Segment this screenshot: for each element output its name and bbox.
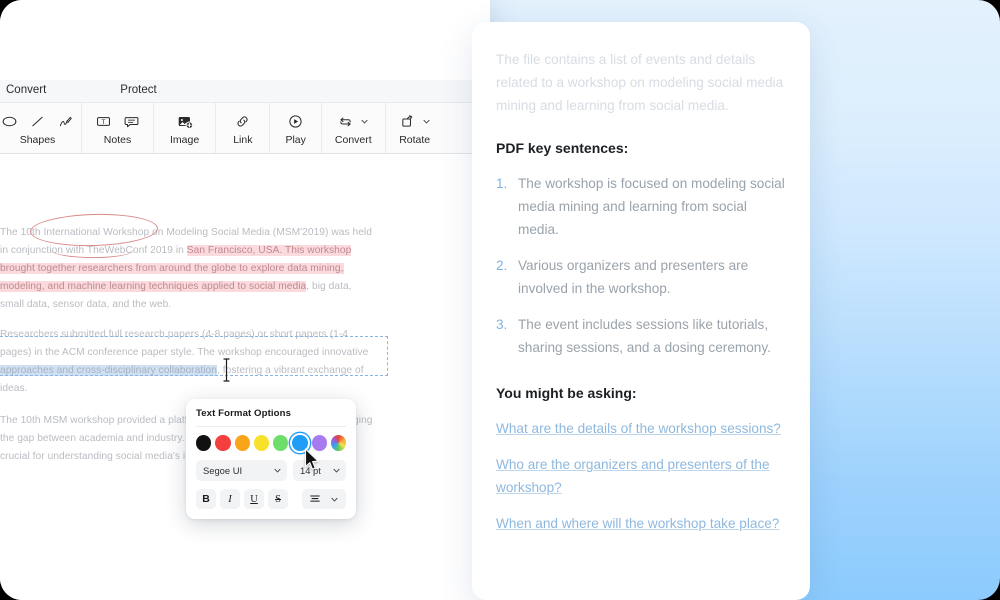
list-item-number: 2. xyxy=(496,258,508,273)
mouse-pointer-cursor xyxy=(304,448,319,470)
text-align-button[interactable] xyxy=(302,489,346,509)
suggested-question-link[interactable]: What are the details of the workshop ses… xyxy=(496,417,786,440)
ribbon-label-image: Image xyxy=(170,133,200,146)
suggested-questions-list: What are the details of the workshop ses… xyxy=(496,417,786,535)
menu-item-protect[interactable]: Protect xyxy=(120,85,156,97)
questions-heading: You might be asking: xyxy=(496,385,637,401)
font-family-select[interactable]: Segoe UI xyxy=(196,460,287,481)
ribbon-group-notes: T Notes xyxy=(82,103,154,153)
ribbon-label-link: Link xyxy=(233,133,253,146)
list-item-text: Various organizers and presenters are in… xyxy=(518,258,749,296)
underline-button[interactable]: U xyxy=(244,489,264,509)
ribbon-label-rotate: Rotate xyxy=(399,133,431,146)
color-swatch-orange[interactable] xyxy=(234,435,250,451)
comment-icon[interactable] xyxy=(123,113,140,130)
list-item-number: 3. xyxy=(496,317,508,332)
ribbon-label-play: Play xyxy=(285,133,306,146)
ribbon-label-convert: Convert xyxy=(334,133,372,146)
align-lines-icon xyxy=(310,495,321,502)
key-sentences-heading: PDF key sentences: xyxy=(496,140,629,156)
rotate-icon[interactable] xyxy=(399,113,416,130)
ai-summary-panel: The file contains a list of events and d… xyxy=(472,22,810,600)
ribbon-group-image: Image xyxy=(154,103,217,153)
ribbon-group-link: Link xyxy=(216,103,271,153)
chevron-down-icon xyxy=(333,468,340,473)
color-swatch-yellow[interactable] xyxy=(253,435,269,451)
line-icon[interactable] xyxy=(29,113,46,130)
list-item: 2. Various organizers and presenters are… xyxy=(496,254,786,300)
suggested-question-link[interactable]: When and where will the workshop take pl… xyxy=(496,512,786,535)
ribbon-group-shapes: Shapes xyxy=(0,103,82,153)
document-page[interactable]: The 10th International Workshop on Model… xyxy=(0,154,490,600)
chevron-down-icon xyxy=(331,497,338,501)
chevron-down-icon[interactable] xyxy=(422,117,431,126)
document-paragraph-1: The 10th International Workshop on Model… xyxy=(0,224,378,314)
add-image-icon[interactable] xyxy=(176,113,194,131)
text-style-buttons-row: B I U S xyxy=(196,489,346,509)
ribbon-group-play: Play xyxy=(270,103,322,153)
list-item: 3. The event includes sessions like tuto… xyxy=(496,313,786,359)
font-controls-row: Segoe UI 14 pt xyxy=(196,460,346,481)
ribbon-toolbar: Shapes T Notes Image Link Play Convert R… xyxy=(0,102,490,154)
list-item-text: The event includes sessions like tutoria… xyxy=(518,317,771,355)
popup-title: Text Format Options xyxy=(196,408,291,419)
key-sentences-list: 1. The workshop is focused on modeling s… xyxy=(496,172,786,359)
strikethrough-button[interactable]: S xyxy=(268,489,288,509)
paragraph-2-selected-text: approaches and cross-disciplinary collab… xyxy=(0,365,217,376)
play-icon[interactable] xyxy=(287,113,304,130)
suggested-question-link[interactable]: Who are the organizers and presenters of… xyxy=(496,453,786,499)
bold-button[interactable]: B xyxy=(196,489,216,509)
list-item-text: The workshop is focused on modeling soci… xyxy=(518,176,785,237)
font-family-value: Segoe UI xyxy=(203,465,243,476)
color-swatch-rainbow[interactable] xyxy=(330,435,346,451)
link-icon[interactable] xyxy=(234,113,251,130)
text-ibeam-cursor xyxy=(223,358,230,382)
color-swatch-red[interactable] xyxy=(215,435,231,451)
menu-bar: Convert Protect xyxy=(0,80,490,102)
chevron-down-icon xyxy=(274,468,281,473)
text-box-icon[interactable]: T xyxy=(95,113,112,130)
pdf-editor-window: Convert Protect Shapes T Notes Image Lin… xyxy=(0,0,490,600)
color-swatch-row xyxy=(196,435,346,451)
list-item: 1. The workshop is focused on modeling s… xyxy=(496,172,786,241)
ellipse-icon[interactable] xyxy=(1,113,18,130)
ribbon-label-notes: Notes xyxy=(103,133,132,146)
ai-summary-text: The file contains a list of events and d… xyxy=(496,52,784,113)
color-swatch-green[interactable] xyxy=(273,435,289,451)
popup-divider xyxy=(196,426,346,427)
convert-icon[interactable] xyxy=(337,113,354,130)
color-swatch-black[interactable] xyxy=(196,435,212,451)
document-paragraph-2: Researchers submitted full research pape… xyxy=(0,326,378,398)
menu-item-convert[interactable]: Convert xyxy=(6,85,46,97)
paragraph-2-text-before: Researchers submitted full research pape… xyxy=(0,329,369,358)
ribbon-group-rotate: Rotate xyxy=(386,103,444,153)
text-format-options-popup[interactable]: Text Format Options Segoe UI 14 pt B I U… xyxy=(186,399,356,519)
italic-button[interactable]: I xyxy=(220,489,240,509)
ribbon-group-convert: Convert xyxy=(322,103,386,153)
chevron-down-icon[interactable] xyxy=(360,117,369,126)
pencil-icon[interactable] xyxy=(57,113,74,130)
app-root: Convert Protect Shapes T Notes Image Lin… xyxy=(0,0,1000,600)
ribbon-label-shapes: Shapes xyxy=(19,133,56,146)
svg-text:T: T xyxy=(102,119,106,126)
list-item-number: 1. xyxy=(496,176,508,191)
